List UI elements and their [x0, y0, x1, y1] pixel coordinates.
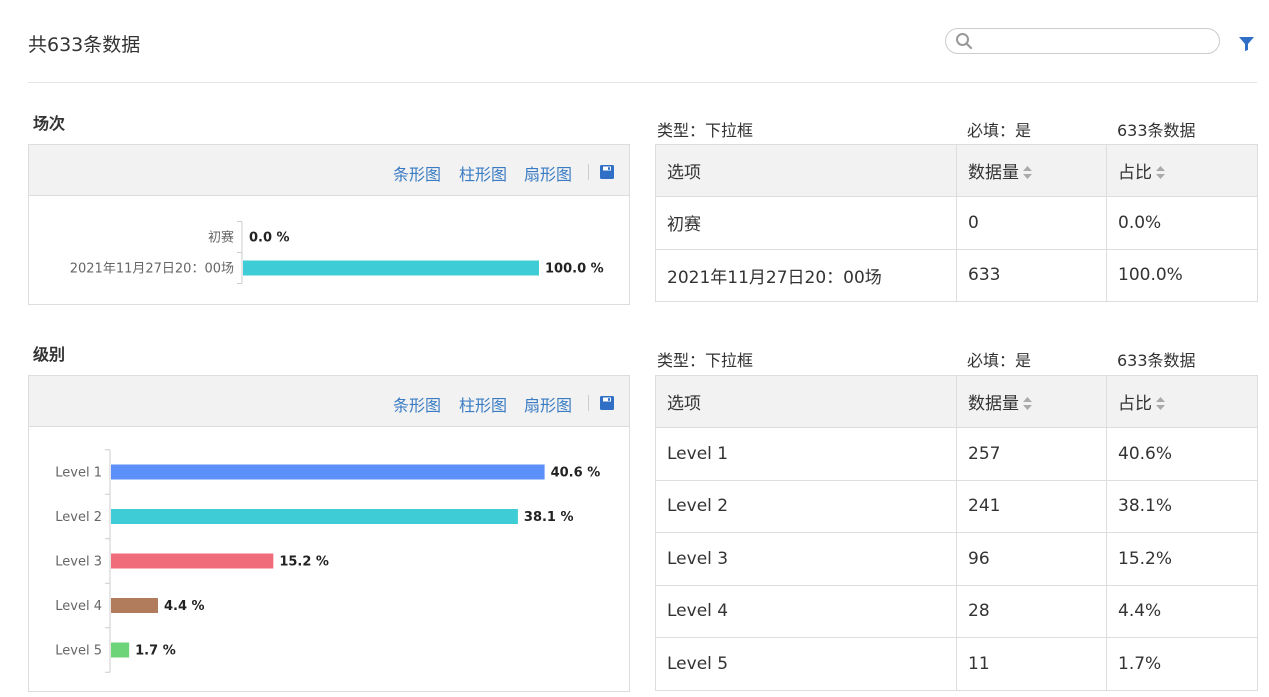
filter-icon[interactable]: [1239, 37, 1254, 51]
count-cell: 241: [956, 479, 1107, 533]
toolbar-separator: [588, 164, 589, 180]
section-title-session: 场次: [33, 114, 66, 133]
bar-chart-button[interactable]: 条形图: [393, 392, 441, 416]
total-count: 共633条数据: [28, 34, 141, 56]
table-row: 初赛 0 0.0%: [655, 196, 1258, 250]
data-label: 4.4 %: [164, 599, 205, 614]
bar[interactable]: [111, 509, 518, 524]
header-divider: [28, 82, 1257, 83]
table-row: Level 2 241 38.1%: [655, 479, 1258, 533]
option-column-header: 选项: [655, 144, 957, 197]
option-cell: Level 4: [655, 584, 957, 638]
search-icon: [956, 33, 973, 50]
level-required: 必填：是: [967, 351, 1032, 370]
ratio-cell: 40.6%: [1106, 427, 1258, 481]
ratio-cell: 100.0%: [1106, 248, 1258, 302]
count-cell: 28: [956, 584, 1107, 638]
count-column-header[interactable]: 数据量: [956, 375, 1107, 428]
chart-toolbar: 条形图 柱形图 扇形图: [29, 145, 629, 196]
ratio-cell: 15.2%: [1106, 532, 1258, 586]
ratio-cell: 1.7%: [1106, 637, 1258, 691]
option-cell: Level 3: [655, 532, 957, 586]
data-label: 15.2 %: [279, 555, 329, 570]
search-input[interactable]: [945, 28, 1220, 54]
bar[interactable]: [111, 553, 274, 569]
category-label: 2021年11月27日20：00场: [70, 262, 234, 277]
session-count: 633条数据: [1117, 121, 1196, 140]
session-type: 类型：下拉框: [657, 121, 754, 140]
category-label: Level 1: [55, 466, 102, 481]
table-header-row: 选项 数据量 占比: [655, 375, 1258, 428]
option-column-header: 选项: [655, 375, 957, 428]
section-title-level: 级别: [33, 345, 66, 364]
session-chart-panel: 条形图 柱形图 扇形图 初赛 0.0 % 2021年11月27日20：00场 100.…: [28, 144, 630, 305]
category-label: Level 3: [55, 555, 102, 570]
table-row: Level 3 96 15.2%: [655, 532, 1258, 586]
bar[interactable]: [243, 260, 539, 276]
count-cell: 96: [956, 532, 1107, 586]
pie-chart-button[interactable]: 扇形图: [524, 161, 572, 185]
ratio-cell: 4.4%: [1106, 584, 1258, 638]
option-cell: 2021年11月27日20：00场: [655, 248, 957, 302]
table-row: Level 1 257 40.6%: [655, 427, 1258, 481]
toolbar-separator: [588, 395, 589, 411]
sort-icon[interactable]: [1156, 166, 1165, 179]
chart-toolbar: 条形图 柱形图 扇形图: [29, 376, 629, 427]
session-bar-chart: 初赛 0.0 % 2021年11月27日20：00场 100.0 %: [70, 221, 604, 284]
table-header-row: 选项 数据量 占比: [655, 144, 1258, 197]
bar[interactable]: [111, 642, 130, 658]
data-label: 40.6 %: [551, 466, 601, 481]
bar[interactable]: [111, 464, 545, 480]
data-label: 38.1 %: [524, 510, 574, 525]
sort-icon[interactable]: [1156, 397, 1165, 410]
data-label: 100.0 %: [545, 262, 604, 277]
level-type: 类型：下拉框: [657, 351, 754, 370]
save-icon[interactable]: [600, 396, 614, 410]
ratio-cell: 0.0%: [1106, 196, 1258, 250]
count-cell: 11: [956, 637, 1107, 691]
ratio-column-header[interactable]: 占比: [1106, 144, 1258, 197]
sort-icon[interactable]: [1023, 397, 1032, 410]
save-icon[interactable]: [600, 165, 614, 179]
table-row: 2021年11月27日20：00场 633 100.0%: [655, 248, 1258, 302]
level-table: 选项 数据量 占比 Level 1 257 40.6% Level 2 241 …: [655, 375, 1258, 691]
column-chart-button[interactable]: 柱形图: [459, 161, 507, 185]
bar-chart-button[interactable]: 条形图: [393, 161, 441, 185]
option-cell: Level 2: [655, 479, 957, 533]
ratio-column-header[interactable]: 占比: [1106, 375, 1258, 428]
level-count: 633条数据: [1117, 351, 1196, 370]
count-cell: 0: [956, 196, 1107, 250]
column-chart-button[interactable]: 柱形图: [459, 392, 507, 416]
ratio-cell: 38.1%: [1106, 479, 1258, 533]
session-required: 必填：是: [967, 121, 1032, 140]
category-label: Level 4: [55, 599, 102, 614]
category-label: Level 5: [55, 644, 102, 659]
level-chart-panel: 条形图 柱形图 扇形图 Level 1 40.6 % Level 2 38.1 % Le…: [28, 375, 630, 692]
count-cell: 633: [956, 248, 1107, 302]
table-row: Level 4 28 4.4%: [655, 584, 1258, 638]
session-table: 选项 数据量 占比 初赛 0 0.0% 2021年11月27日20：00场 63…: [655, 144, 1258, 302]
bar[interactable]: [111, 598, 158, 613]
data-label: 0.0 %: [249, 231, 290, 246]
option-cell: 初赛: [655, 196, 957, 250]
top-bar: 共633条数据: [0, 0, 1269, 83]
category-label: 初赛: [208, 230, 234, 246]
count-column-header[interactable]: 数据量: [956, 144, 1107, 197]
option-cell: Level 1: [655, 427, 957, 481]
table-row: Level 5 11 1.7%: [655, 637, 1258, 691]
option-cell: Level 5: [655, 637, 957, 691]
data-label: 1.7 %: [135, 644, 176, 659]
level-bar-chart: Level 1 40.6 % Level 2 38.1 % Level 3 15.2 % L…: [55, 449, 601, 673]
category-label: Level 2: [55, 510, 102, 525]
count-cell: 257: [956, 427, 1107, 481]
sort-icon[interactable]: [1023, 166, 1032, 179]
pie-chart-button[interactable]: 扇形图: [524, 392, 572, 416]
